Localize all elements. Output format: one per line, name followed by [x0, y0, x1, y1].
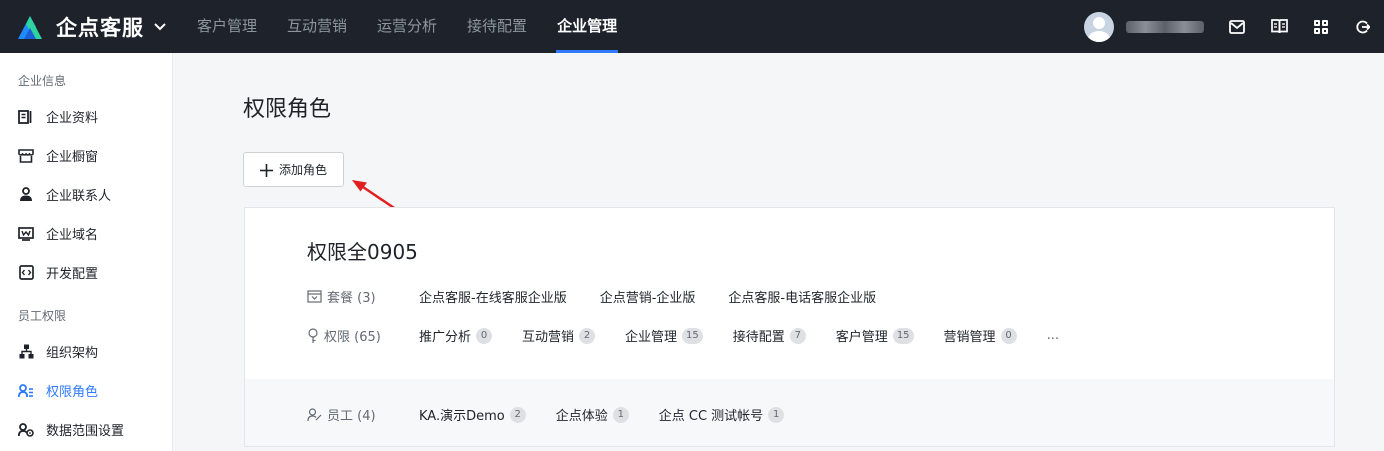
count-badge: 1 [612, 406, 629, 423]
sidebar-item-enterprise-showcase[interactable]: 企业橱窗 [0, 136, 172, 175]
top-right-tools [1084, 0, 1384, 53]
brand-logo-icon [18, 15, 42, 39]
permission-item[interactable]: 互动营销 2 [522, 326, 596, 345]
role-staff-row: 员工 (4) KA.演示Demo 2 企点体验 1 企点 CC 测试帐号 1 [307, 405, 814, 424]
role-card[interactable]: 权限全0905 套餐 (3) 企点客服-在线客服企业版 企点营销-企业版 企点客… [244, 207, 1335, 447]
permission-item[interactable]: 客户管理 15 [836, 326, 914, 345]
code-icon [18, 265, 34, 281]
sidebar-item-enterprise-contacts[interactable]: 企业联系人 [0, 175, 172, 214]
role-permissions-row: 权限 (65) 推广分析 0 互动营销 2 企业管理 15 接待配置 7 客户管理 15 … [307, 326, 1059, 345]
brand-switcher[interactable]: 企点客服 [16, 0, 166, 53]
permission-item-label: 接待配置 [732, 330, 785, 345]
role-card-footer: 员工 (4) KA.演示Demo 2 企点体验 1 企点 CC 测试帐号 1 [245, 379, 1334, 446]
package-item: 企点客服-电话客服企业版 [728, 291, 877, 306]
sidebar-group-enterprise-info: 企业信息 [18, 74, 67, 88]
package-icon [307, 290, 322, 303]
role-icon [18, 383, 34, 399]
sidebar-item-label: 企业域名 [46, 228, 99, 243]
package-item: 企点客服-在线客服企业版 [419, 291, 567, 306]
sidebar-item-label: 组织架构 [46, 346, 99, 361]
key-icon [307, 327, 319, 344]
permission-item[interactable]: 企业管理 15 [625, 326, 703, 345]
top-navigation-bar: 企点客服 客户管理 互动营销 运营分析 接待配置 企业管理 [0, 0, 1384, 53]
nav-item-operation-analysis[interactable]: 运营分析 [362, 0, 452, 53]
chevron-down-icon [154, 19, 166, 35]
sidebar-item-enterprise-profile[interactable]: 企业资料 [0, 97, 172, 136]
staff-group-item[interactable]: KA.演示Demo 2 [419, 405, 526, 424]
role-name: 权限全0905 [307, 240, 418, 264]
staff-group-label: 企点体验 [555, 409, 608, 424]
permissions-label-text: 权限 (65) [324, 330, 381, 345]
count-badge: 7 [789, 327, 806, 344]
sidebar-item-org-structure[interactable]: 组织架构 [0, 332, 172, 371]
sidebar-item-label: 企业资料 [46, 111, 99, 126]
staff-icon [307, 407, 322, 422]
permission-item[interactable]: 接待配置 7 [733, 326, 806, 345]
plus-icon [259, 160, 273, 180]
main-content: 权限角色 添加角色 权限全0905 套餐 (3) 企点客服-在线客服企业版 企点… [174, 53, 1384, 451]
count-badge: 2 [509, 406, 526, 423]
staff-group-label: KA.演示Demo [419, 409, 505, 424]
logout-icon[interactable] [1354, 18, 1372, 36]
avatar[interactable] [1084, 11, 1114, 42]
sidebar-item-label: 数据范围设置 [46, 424, 125, 439]
packages-label-text: 套餐 (3) [327, 291, 376, 306]
permissions-label: 权限 (65) [307, 326, 419, 345]
nav-item-interactive-marketing[interactable]: 互动营销 [272, 0, 362, 53]
permission-item-label: 互动营销 [522, 330, 575, 345]
package-item: 企点营销-企业版 [599, 291, 696, 306]
username-redacted[interactable] [1126, 20, 1204, 33]
storefront-icon [18, 148, 34, 164]
sidebar-group-staff-permissions: 员工权限 [18, 309, 67, 323]
add-role-button-label: 添加角色 [278, 163, 327, 177]
brand-name: 企点客服 [56, 15, 144, 40]
data-scope-icon [18, 422, 34, 438]
staff-group-label: 企点 CC 测试帐号 [658, 409, 764, 424]
packages-label: 套餐 (3) [307, 287, 419, 306]
apps-grid-icon[interactable] [1312, 18, 1330, 36]
permission-item-label: 客户管理 [835, 330, 888, 345]
count-badge: 15 [682, 327, 703, 344]
profile-icon [18, 109, 34, 125]
count-badge: 1 [768, 406, 785, 423]
permission-item[interactable]: 营销管理 0 [944, 326, 1017, 345]
staff-group-item[interactable]: 企点体验 1 [556, 405, 629, 424]
sidebar-item-label: 权限角色 [46, 385, 99, 400]
permission-item[interactable]: 推广分析 0 [419, 326, 493, 345]
permission-item-label: 推广分析 [419, 330, 472, 345]
sidebar-item-label: 企业联系人 [46, 189, 112, 204]
main-nav: 客户管理 互动营销 运营分析 接待配置 企业管理 [182, 0, 632, 53]
permission-item-label: 企业管理 [625, 330, 678, 345]
count-badge: 0 [476, 327, 493, 344]
nav-item-customer-management[interactable]: 客户管理 [182, 0, 272, 53]
permission-item-label: 营销管理 [943, 330, 996, 345]
sidebar: 企业信息 企业资料 企业橱窗 企业联系人 企业域名 开发配置 员工权限 组织架构… [0, 53, 173, 451]
sidebar-item-enterprise-domain[interactable]: 企业域名 [0, 214, 172, 253]
mail-icon[interactable] [1228, 18, 1246, 36]
staff-label-text: 员工 (4) [327, 409, 376, 424]
add-role-button[interactable]: 添加角色 [243, 152, 344, 187]
sidebar-item-data-scope[interactable]: 数据范围设置 [0, 410, 172, 449]
permissions-more[interactable]: ... [1047, 328, 1059, 343]
role-packages-row: 套餐 (3) 企点客服-在线客服企业版 企点营销-企业版 企点客服-电话客服企业… [307, 287, 909, 306]
org-tree-icon [18, 344, 34, 360]
count-badge: 0 [1000, 327, 1017, 344]
page-title: 权限角色 [243, 97, 332, 122]
staff-group-item[interactable]: 企点 CC 测试帐号 1 [658, 405, 785, 424]
count-badge: 2 [579, 327, 596, 344]
sidebar-item-label: 企业橱窗 [46, 150, 99, 165]
contact-icon [18, 187, 34, 203]
domain-icon [18, 226, 34, 242]
staff-label: 员工 (4) [307, 405, 419, 424]
sidebar-item-label: 开发配置 [46, 267, 99, 282]
nav-item-reception-config[interactable]: 接待配置 [452, 0, 542, 53]
book-icon[interactable] [1270, 18, 1288, 36]
sidebar-item-permission-roles[interactable]: 权限角色 [0, 371, 172, 410]
sidebar-item-dev-config[interactable]: 开发配置 [0, 253, 172, 292]
nav-item-enterprise-management[interactable]: 企业管理 [542, 0, 632, 53]
count-badge: 15 [892, 327, 914, 344]
